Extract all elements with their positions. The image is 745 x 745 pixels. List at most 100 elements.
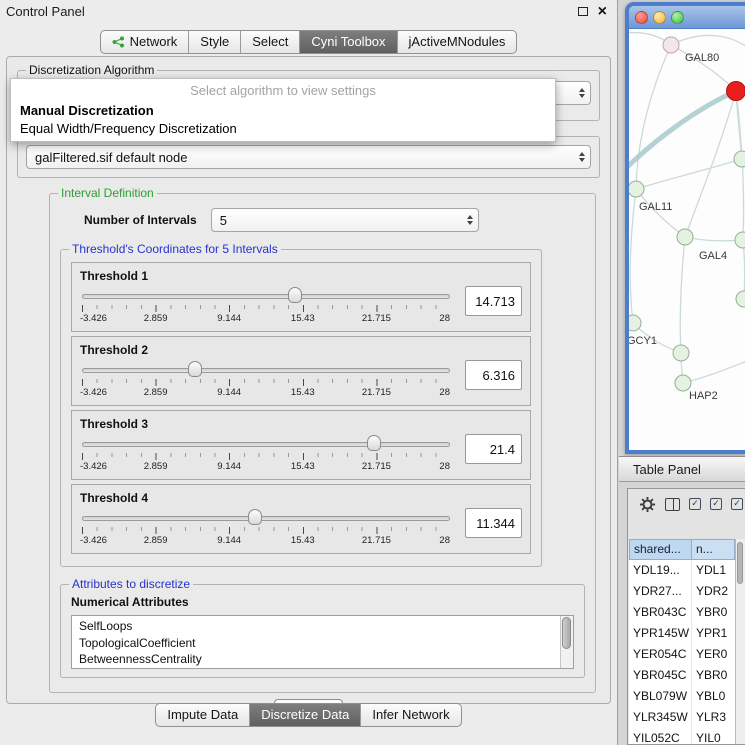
network-edge[interactable] [671, 35, 745, 47]
tab-discretize-data[interactable]: Discretize Data [249, 704, 360, 726]
threshold-value-input[interactable] [465, 434, 522, 464]
table-cell[interactable]: YBR0 [692, 665, 735, 686]
combo-stepper-icon [573, 88, 585, 98]
tab-network[interactable]: Network [101, 31, 189, 53]
table-scrollbar-thumb[interactable] [737, 542, 743, 584]
slider-thumb[interactable] [188, 361, 202, 377]
table-cell[interactable]: YDR27... [629, 581, 692, 602]
network-node-gal11[interactable] [629, 181, 644, 197]
threshold-value-input[interactable] [465, 360, 522, 390]
window-minimize-icon[interactable] [653, 11, 666, 24]
network-node-hap2[interactable] [675, 375, 691, 391]
tick-label: 15.43 [291, 313, 315, 324]
network-edge[interactable] [683, 361, 745, 383]
table-cell[interactable]: YDL1 [692, 560, 735, 581]
popup-item-manual-discretization[interactable]: Manual Discretization [11, 101, 555, 119]
table-cell[interactable]: YIL0 [692, 728, 735, 745]
network-node-gal80[interactable] [663, 37, 679, 53]
network-edge[interactable] [630, 189, 636, 323]
num-intervals-combobox[interactable]: 5 [211, 208, 479, 232]
popup-item-equal-width-frequency[interactable]: Equal Width/Frequency Discretization [11, 119, 555, 137]
network-node[interactable] [735, 232, 745, 248]
slider-track [82, 368, 450, 373]
table-cell[interactable]: YLR345W [629, 707, 692, 728]
table-scrollbar[interactable] [735, 539, 745, 744]
table-row[interactable]: YPR145WYPR1 [629, 623, 735, 644]
table-row[interactable]: YER054CYER0 [629, 644, 735, 665]
table-cell[interactable]: YER0 [692, 644, 735, 665]
network-edge[interactable] [685, 237, 743, 241]
table-data-combobox[interactable]: galFiltered.sif default node [26, 145, 591, 169]
numerical-attributes-list[interactable]: SelfLoopsTopologicalCoefficientBetweenne… [71, 615, 574, 669]
table-cell[interactable]: YBL079W [629, 686, 692, 707]
attribute-item[interactable]: BetweennessCentrality [79, 651, 557, 668]
table-cell[interactable]: YBR043C [629, 602, 692, 623]
network-node[interactable] [736, 291, 745, 307]
table-cell[interactable]: YPR1 [692, 623, 735, 644]
network-canvas[interactable]: GAL80GAL11GAL4GCY1HAP2 [629, 29, 745, 449]
table-cell[interactable]: YDR2 [692, 581, 735, 602]
threshold-value-input[interactable] [465, 286, 522, 316]
table-cell[interactable]: YLR3 [692, 707, 735, 728]
table-row[interactable]: YDL19...YDL1 [629, 560, 735, 581]
threshold-value-input[interactable] [465, 508, 522, 538]
network-edge[interactable] [743, 240, 745, 299]
network-window-titlebar[interactable] [629, 6, 745, 29]
table-cell[interactable]: YIL052C [629, 728, 692, 745]
node-label: GCY1 [629, 335, 657, 347]
slider-thumb[interactable] [248, 509, 262, 525]
network-edge[interactable] [636, 159, 742, 189]
tab-infer-network[interactable]: Infer Network [360, 704, 460, 726]
close-panel-icon[interactable]: × [598, 6, 607, 18]
tab-impute-data[interactable]: Impute Data [156, 704, 249, 726]
table-row[interactable]: YDR27...YDR2 [629, 581, 735, 602]
slider-thumb[interactable] [288, 287, 302, 303]
threshold-slider[interactable]: -3.4262.8599.14415.4321.71528 [80, 285, 452, 329]
table-cell[interactable]: YBR0 [692, 602, 735, 623]
attribute-item[interactable]: SelfLoops [79, 618, 557, 635]
columns-icon[interactable] [665, 498, 680, 511]
network-node-gal4[interactable] [677, 229, 693, 245]
float-panel-icon[interactable] [578, 7, 588, 16]
threshold-slider[interactable]: -3.4262.8599.14415.4321.71528 [80, 433, 452, 477]
table-row[interactable]: YLR345WYLR3 [629, 707, 735, 728]
algorithm-placeholder: Select algorithm to view settings [11, 79, 555, 101]
list-scrollbar-thumb[interactable] [562, 617, 571, 649]
checkbox-icon[interactable]: ✓ [731, 498, 743, 510]
threshold-slider[interactable]: -3.4262.8599.14415.4321.71528 [80, 359, 452, 403]
network-edge[interactable] [680, 237, 685, 353]
window-zoom-icon[interactable] [671, 11, 684, 24]
threshold-slider[interactable]: -3.4262.8599.14415.4321.71528 [80, 507, 452, 551]
table-cell[interactable]: YDL19... [629, 560, 692, 581]
column-header-shared-name[interactable]: shared... [629, 539, 692, 560]
network-node[interactable] [673, 345, 689, 361]
network-node[interactable] [727, 82, 745, 101]
attribute-item[interactable]: TopologicalCoefficient [79, 635, 557, 652]
table-cell[interactable]: YPR145W [629, 623, 692, 644]
network-node-gcy1[interactable] [629, 315, 641, 331]
table-row[interactable]: YBR043CYBR0 [629, 602, 735, 623]
checkbox-icon[interactable]: ✓ [689, 498, 701, 510]
network-edge[interactable] [629, 91, 736, 171]
table-row[interactable]: YBR045CYBR0 [629, 665, 735, 686]
slider-thumb[interactable] [367, 435, 381, 451]
tab-style[interactable]: Style [188, 31, 240, 53]
tab-select[interactable]: Select [240, 31, 299, 53]
table-cell[interactable]: YBL0 [692, 686, 735, 707]
list-scrollbar[interactable] [560, 616, 573, 668]
window-close-icon[interactable] [635, 11, 648, 24]
table-cell[interactable]: YER054C [629, 644, 692, 665]
table-panel-titlebar: Table Panel [619, 456, 745, 482]
network-node[interactable] [734, 151, 745, 167]
tab-jactivemnodules[interactable]: jActiveMNodules [397, 31, 517, 53]
table-row[interactable]: YBL079WYBL0 [629, 686, 735, 707]
network-edge[interactable] [636, 189, 685, 237]
table-row[interactable]: YIL052CYIL0 [629, 728, 735, 745]
checkbox-icon[interactable]: ✓ [710, 498, 722, 510]
network-edge[interactable] [736, 91, 742, 159]
gear-icon[interactable] [639, 496, 656, 513]
network-edge[interactable] [636, 45, 671, 189]
column-header-name[interactable]: n... [692, 539, 735, 560]
table-cell[interactable]: YBR045C [629, 665, 692, 686]
tab-cyni-toolbox[interactable]: Cyni Toolbox [299, 31, 396, 53]
